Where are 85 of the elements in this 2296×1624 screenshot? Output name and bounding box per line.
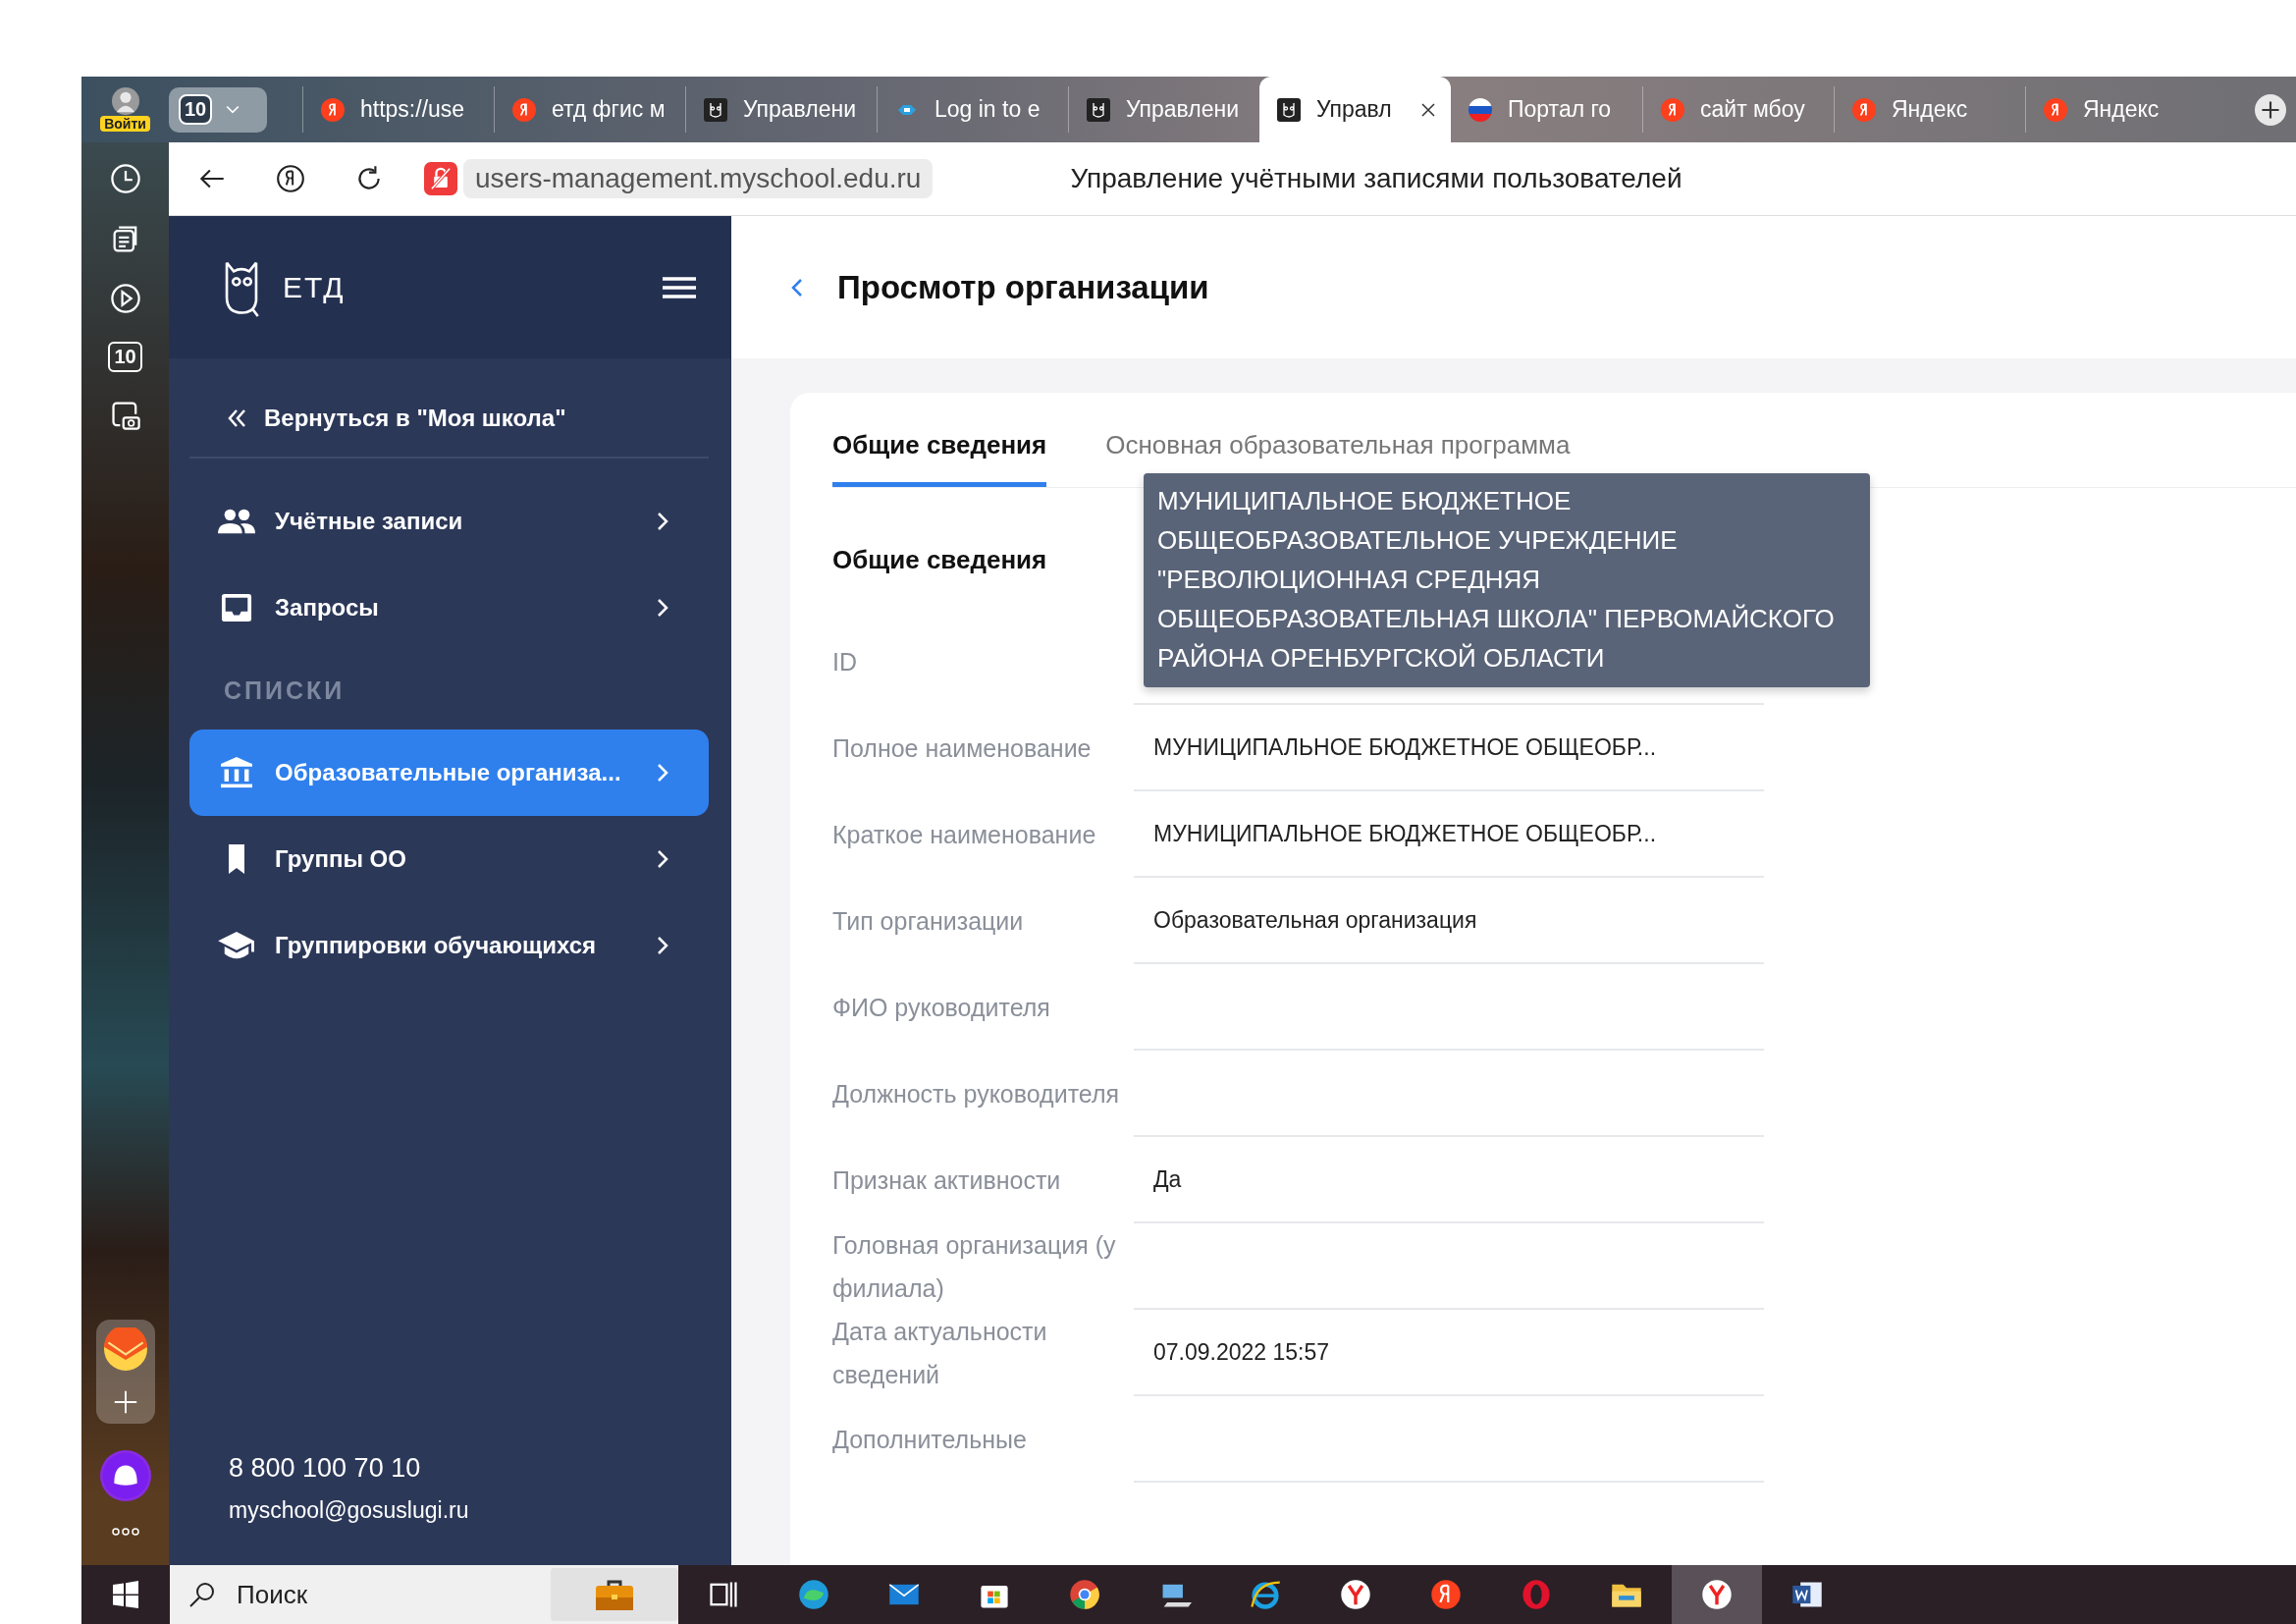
play-icon[interactable] [108, 282, 142, 315]
avatar-icon[interactable] [111, 87, 139, 115]
page-heading: Просмотр организации [837, 268, 1209, 306]
field-label: Дата актуальности сведений [832, 1317, 1048, 1390]
yandex-logo-icon[interactable] [275, 163, 306, 194]
double-chevron-icon [227, 407, 248, 429]
page-title: Управление учётными записями пользователей [1070, 163, 1682, 194]
field-label: Тип организации [832, 906, 1025, 937]
search-field[interactable]: Поиск [170, 1565, 678, 1624]
field-label: Должность руководителя [832, 1079, 1121, 1110]
value-field: МУНИЦИПАЛЬНОЕ БЮДЖЕТНОЕ ОБЩЕОБР... [1134, 791, 1764, 878]
flag-icon [1468, 97, 1492, 122]
value-field: Да [1134, 1137, 1764, 1223]
browser-tab[interactable]: Управлени [1068, 86, 1259, 133]
chevron-down-icon[interactable] [226, 104, 240, 115]
field-label: Дополнительные [832, 1425, 1028, 1455]
yandex-icon[interactable] [1429, 1578, 1463, 1611]
browser-tab[interactable]: Управл [1259, 77, 1451, 142]
menu-icon[interactable] [663, 275, 696, 299]
yandex-icon [1852, 97, 1876, 122]
value-field: МУНИЦИПАЛЬНОЕ БЮДЖЕТНОЕ ОБЩЕОБР... [1134, 705, 1764, 791]
phone-number: 8 800 100 70 10 [228, 1453, 422, 1484]
owl-icon [704, 97, 727, 122]
login-badge[interactable]: Войти [100, 116, 150, 132]
sidebar-item[interactable]: Образовательные организа... [189, 730, 709, 816]
field-label: Признак активности [832, 1165, 1062, 1196]
sidebar-item[interactable]: Учётные записи [189, 478, 709, 565]
yandex-browser-icon[interactable] [1700, 1578, 1734, 1611]
section-title: Общие сведения [832, 545, 1047, 575]
browser-tab[interactable]: Log in to e [877, 86, 1068, 133]
field-label: ФИО руководителя [832, 993, 1051, 1023]
browser-tab[interactable]: Портал го [1451, 86, 1642, 133]
tooltip: МУНИЦИПАЛЬНОЕ БЮДЖЕТНОЕ ОБЩЕОБРАЗОВАТЕЛЬНОЕ УЧРЕЖДЕНИЕ "РЕВОЛЮЦИОННАЯ СРЕДНЯЯ ОБЩЕОБРАЗОВАТЕЛЬНАЯ ШКОЛА" ПЕРВОМАЙСКОГО РАЙОНА ОРЕНБУРГСКОЙ ОБЛАСТИ [1144, 473, 1870, 687]
browser-tab[interactable]: Управлени [685, 86, 877, 133]
internet-explorer-icon[interactable] [1249, 1578, 1282, 1611]
back-chevron-icon[interactable] [790, 276, 804, 298]
alice-icon[interactable] [99, 1450, 151, 1501]
opera-icon[interactable] [1520, 1578, 1553, 1611]
close-icon[interactable] [1421, 102, 1435, 117]
chevron-right-icon [656, 935, 669, 956]
browser-tab[interactable]: сайт мбоу [1642, 86, 1834, 133]
briefcase-icon[interactable] [595, 1578, 634, 1611]
sidebar-item[interactable]: Запросы [189, 565, 709, 651]
yandex-icon [321, 97, 345, 122]
browser-tab[interactable]: Яндекс [1834, 86, 2025, 133]
tab[interactable]: Общие сведения [832, 430, 1047, 487]
graduation-cap-icon [218, 930, 255, 961]
yandex-icon [512, 97, 536, 122]
tab-counter-button[interactable]: 10 [169, 86, 267, 133]
value-field: 07.09.2022 15:57 [1134, 1310, 1764, 1396]
chevron-right-icon [656, 848, 669, 870]
field-label: ID [832, 647, 858, 677]
browser-tab[interactable]: https://use [302, 86, 494, 133]
field-label: Полное наименование [832, 733, 1093, 764]
field-label: Краткое наименование [832, 820, 1097, 850]
address-field[interactable]: users-management.myschool.edu.ru [463, 159, 934, 198]
section-heading: СПИСКИ [223, 675, 347, 706]
owl-icon [1277, 97, 1301, 122]
mail-icon[interactable] [103, 1327, 147, 1371]
browser-tab[interactable]: Яндекс [2025, 86, 2216, 133]
field-label: Головная организация (у филиала) [832, 1230, 1117, 1304]
chevron-right-icon [656, 511, 669, 532]
yandex-browser-icon[interactable] [1339, 1578, 1372, 1611]
lock-icon[interactable] [424, 162, 457, 195]
more-icon[interactable] [110, 1528, 140, 1536]
owl-icon [1087, 97, 1110, 122]
sidebar-item[interactable]: Группы ОО [189, 816, 709, 902]
bank-icon [218, 757, 255, 788]
yandex-icon [2044, 97, 2067, 122]
yandex-icon [1661, 97, 1684, 122]
browser-tab[interactable]: етд фгис м [494, 86, 685, 133]
new-tab-icon[interactable] [2255, 93, 2286, 126]
chrome-icon[interactable] [1068, 1578, 1101, 1611]
sidebar-item[interactable]: Группировки обучающихся [189, 902, 709, 989]
search-icon [187, 1580, 217, 1609]
windows-start-icon[interactable] [111, 1580, 140, 1609]
email-address: myschool@gosuslugi.ru [228, 1497, 470, 1524]
counter-button[interactable]: 10 [108, 342, 142, 372]
logo-text: ЕТД [283, 270, 346, 304]
back-link[interactable]: Вернуться в "Моя школа" [189, 380, 709, 457]
browser-icon[interactable] [797, 1578, 830, 1611]
clock-icon[interactable] [108, 162, 142, 195]
value-field: Образовательная организация [1134, 878, 1764, 964]
chevron-right-icon [656, 762, 669, 784]
chevron-right-icon [656, 597, 669, 619]
